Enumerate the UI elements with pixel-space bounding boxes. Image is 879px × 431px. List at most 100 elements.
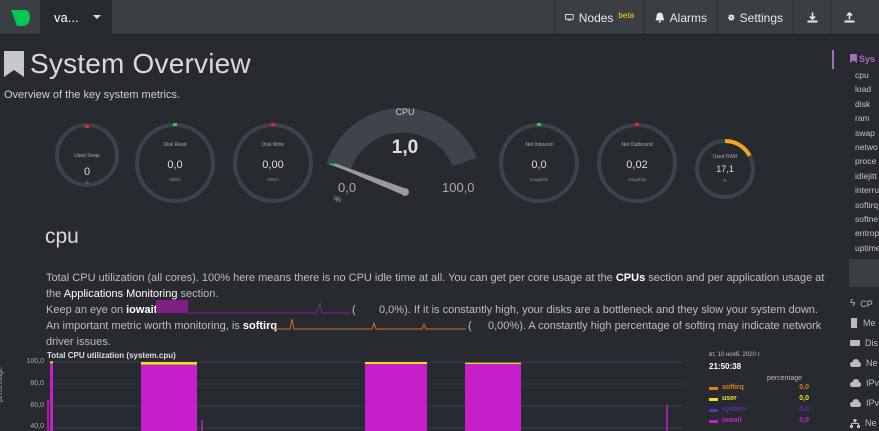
sidebar-subitem[interactable]: load	[855, 84, 871, 94]
legend-value: 0,0	[799, 384, 809, 391]
softirq-sparkline[interactable]	[272, 315, 466, 331]
legend-item-softirq[interactable]: softirq 0,0	[709, 384, 809, 394]
gauge-unit: MiB/s	[169, 177, 181, 182]
settings-button[interactable]: Settings	[717, 0, 793, 35]
sidebar-subitem[interactable]: uptime	[855, 243, 879, 253]
cpu-gauge[interactable]: CPU 1,0 0,0 % 100,0	[324, 106, 486, 206]
disk-write-gauge[interactable]: Disk Write 0,00 MiB/s	[232, 122, 314, 204]
net-inbound-gauge[interactable]: Net Inbound 0,0 megabits	[498, 122, 580, 204]
iowait-area	[365, 364, 427, 431]
sidebar-subitem[interactable]: swap	[855, 128, 875, 138]
sidebar-subitem[interactable]: idlejitt	[855, 171, 877, 181]
gauge-marker	[537, 123, 541, 126]
desc-text: Keep an eye on	[46, 304, 127, 316]
page-title-row: System Overview	[4, 48, 251, 80]
sidebar-subitem[interactable]: cpu	[855, 70, 869, 80]
y-tick-label: 60,0	[30, 402, 44, 409]
alarms-button[interactable]: Alarms	[644, 0, 717, 35]
sidebar-subitem[interactable]: softne	[855, 214, 878, 224]
iowait-sparkline[interactable]	[156, 299, 350, 315]
used-swap-gauge[interactable]: Used Swap 0 %	[54, 122, 120, 188]
softirq-value-text: 0,00%). A constantly high percentage of …	[488, 320, 822, 332]
desc-text: Total CPU utilization (all cores). 100% …	[46, 272, 616, 284]
legend-value: 0,0	[799, 406, 809, 413]
iowait-line: Keep an eye on iowait	[46, 302, 157, 318]
sidebar-active-marker	[832, 50, 834, 69]
sidebar-section-label: CP	[860, 298, 873, 309]
hostname-dropdown[interactable]: va...	[40, 0, 112, 35]
cpu-gauge-min: 0,0	[338, 180, 357, 195]
user-area	[50, 361, 53, 364]
cpu-gauge-max: 100,0	[442, 180, 475, 195]
download-icon	[807, 12, 817, 23]
gauge-marker	[271, 123, 275, 126]
legend-value: 0,0	[799, 417, 809, 424]
sidebar-subitem[interactable]: ram	[855, 113, 870, 123]
upload-button[interactable]	[830, 0, 868, 35]
netdata-logo[interactable]	[0, 0, 40, 35]
legend-item-user[interactable]: user 0,0	[709, 395, 809, 405]
alarms-label: Alarms	[669, 10, 707, 25]
sidebar-item-system-overview[interactable]: Sys	[850, 54, 875, 64]
sidebar-section-networking[interactable]: Ne	[850, 358, 878, 368]
iowait-area	[465, 364, 521, 431]
sidebar-section-ipv6[interactable]: IPv	[850, 398, 879, 408]
nodes-label: Nodes	[578, 10, 614, 25]
legend-time: 21:50:38	[709, 362, 742, 371]
sidebar-section-network-interfaces[interactable]: Ne	[850, 418, 877, 428]
cpu-gauge-title: CPU	[395, 107, 415, 117]
nodes-beta-badge: beta	[618, 11, 634, 20]
legend-item-iowait[interactable]: iowait 0,0	[709, 417, 809, 427]
sidebar-section-ipv4[interactable]: IPv	[850, 378, 879, 388]
caret-down-icon	[93, 15, 101, 19]
legend-swatch	[709, 420, 718, 423]
y-tick-label: 100,0	[26, 358, 44, 365]
logo-icon	[11, 9, 30, 26]
sidebar-section-label: Ne	[866, 358, 878, 368]
cpu-chart-plot[interactable]	[47, 360, 683, 431]
sidebar-subitem[interactable]: softirq	[855, 200, 878, 210]
softirq-paren: (	[468, 320, 472, 332]
bookmark-icon	[850, 54, 857, 63]
legend-item-system[interactable]: system 0,0	[709, 406, 809, 416]
gauge-title: Disk Write	[261, 142, 285, 148]
chart-y-axis-label: percentage	[0, 366, 4, 402]
gauge-unit: megabits	[529, 177, 549, 182]
cloud-icon	[850, 379, 861, 387]
iowait-label: iowait	[126, 304, 158, 316]
nodes-button[interactable]: Nodes beta	[554, 0, 644, 35]
sidebar-subitem[interactable]: disk	[855, 99, 870, 109]
gauge-value: 0	[83, 166, 91, 178]
cpus-link[interactable]: CPUs	[616, 272, 645, 284]
sidebar-section-disks[interactable]: Dis	[850, 338, 878, 348]
gauge-value: 17,1	[716, 164, 734, 174]
cloud-icon	[850, 399, 861, 407]
sidebar-subitem[interactable]: interru	[855, 185, 879, 195]
sidebar-subitem[interactable]: entrop	[855, 228, 879, 238]
sidebar-subitem[interactable]: netwo	[855, 142, 878, 152]
gauge-title: Used RAM	[712, 154, 738, 160]
bell-icon	[655, 12, 665, 23]
sidebar-section-cpus[interactable]: ϟ CP	[850, 298, 873, 309]
iowait-area	[50, 363, 53, 431]
download-button[interactable]	[793, 0, 830, 35]
used-ram-gauge[interactable]: Used RAM 17,1 %	[694, 138, 756, 200]
sidebar-subitem[interactable]: proce	[855, 156, 876, 166]
sidebar-section-label: IPv	[866, 398, 879, 408]
settings-label: Settings	[739, 10, 783, 25]
gauge-marker	[635, 123, 639, 126]
sidebar-section-memory[interactable]: Me	[850, 318, 876, 328]
bookmark-icon	[4, 51, 24, 77]
gauge-value: 0,0	[531, 159, 547, 171]
disk-read-gauge[interactable]: Disk Read 0,0 MiB/s	[134, 122, 216, 204]
net-outbound-gauge[interactable]: Net Outbound 0,02 megabits	[596, 122, 678, 204]
gauge-value: 0,02	[626, 159, 648, 171]
gauge-unit: %	[722, 178, 727, 183]
top-navbar: va... Nodes beta Alarms Settings	[0, 0, 879, 35]
user-area	[365, 362, 427, 365]
memory-icon	[851, 318, 857, 328]
legend-name: softirq	[722, 384, 744, 391]
legend-name: user	[722, 395, 737, 402]
gauge-unit: MiB/s	[267, 177, 279, 182]
iowait-area	[141, 364, 197, 431]
